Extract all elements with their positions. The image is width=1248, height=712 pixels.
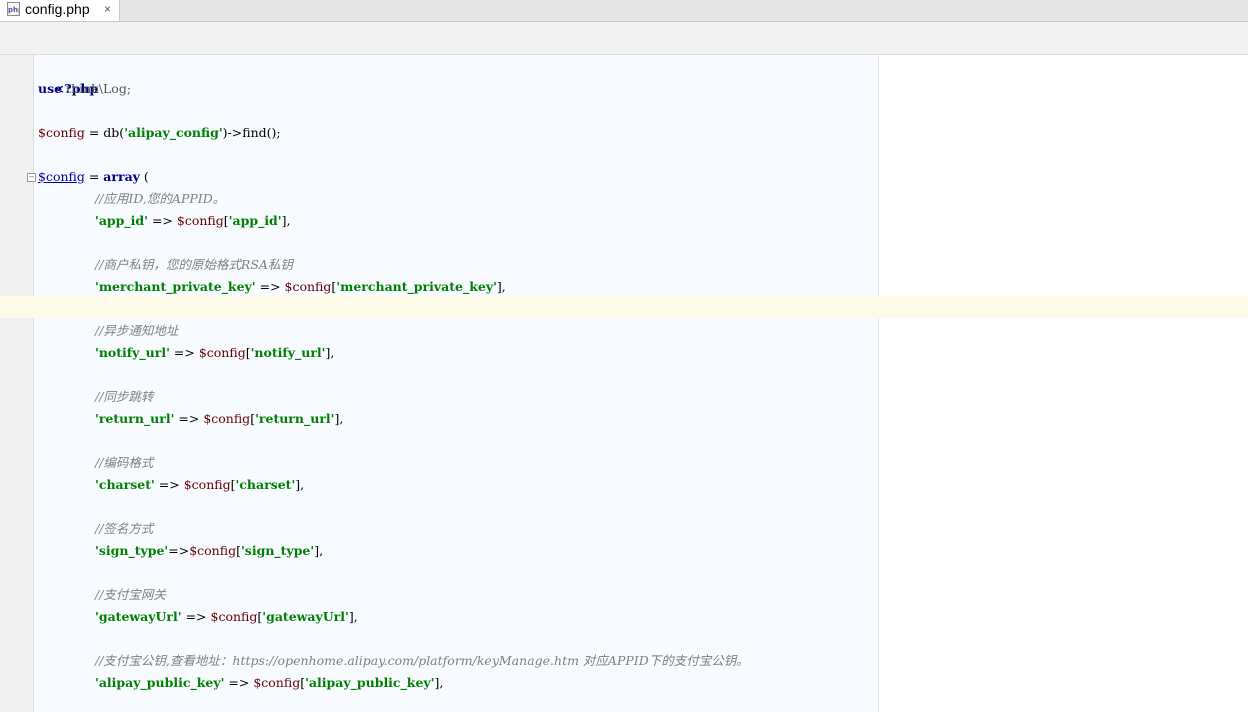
- comment: //签名方式: [95, 521, 154, 536]
- string-literal: 'alipay_config': [124, 125, 223, 140]
- array-keyword: array: [103, 169, 140, 184]
- variable: $config: [189, 543, 237, 558]
- tab-config-php[interactable]: php config.php ×: [0, 0, 120, 21]
- code-comment-line: //异步通知地址: [95, 320, 178, 342]
- arrow-operator: =>: [168, 543, 190, 558]
- bracket: ],: [325, 345, 335, 360]
- editor-tab-bar: php config.php ×: [0, 0, 1248, 22]
- arrow-operator: =>: [147, 213, 177, 228]
- bracket: ],: [496, 279, 506, 294]
- code-entry-line: 'alipay_public_key' => $config['alipay_p…: [95, 672, 443, 694]
- caret-row-highlight: [0, 296, 1248, 318]
- code-line-php-open: <?php: [38, 56, 98, 96]
- comment: //商户私钥，您的原始格式RSA私钥: [95, 257, 293, 272]
- code-entry-line: 'charset' => $config['charset'],: [95, 474, 304, 496]
- arrow-operator: =>: [154, 477, 184, 492]
- fold-marker-icon[interactable]: −: [27, 173, 36, 182]
- right-margin-area: [878, 55, 1248, 712]
- code-text: (: [139, 169, 149, 184]
- index-string: 'alipay_public_key': [305, 675, 435, 690]
- code-comment-line: //支付宝公钥,查看地址：https://openhome.alipay.com…: [95, 650, 749, 672]
- index-string: 'return_url': [255, 411, 335, 426]
- variable: $config: [210, 609, 258, 624]
- bracket: ],: [434, 675, 444, 690]
- array-key-string: 'gatewayUrl': [95, 609, 182, 624]
- array-key-string: 'charset': [95, 477, 155, 492]
- code-entry-line: 'app_id' => $config['app_id'],: [95, 210, 291, 232]
- code-entry-line: 'sign_type'=>$config['sign_type'],: [95, 540, 323, 562]
- array-key-string: 'alipay_public_key': [95, 675, 225, 690]
- bracket: ],: [295, 477, 305, 492]
- index-string: 'app_id': [228, 213, 282, 228]
- php-file-icon: php: [7, 2, 20, 16]
- code-comment-line: //支付宝网关: [95, 584, 166, 606]
- code-line-array-start: $config = array (: [38, 166, 149, 188]
- comment: //同步跳转: [95, 389, 154, 404]
- array-key-string: 'notify_url': [95, 345, 170, 360]
- array-key-string: 'merchant_private_key': [95, 279, 256, 294]
- variable: $config: [203, 411, 251, 426]
- array-key-string: 'return_url': [95, 411, 175, 426]
- variable: $config: [198, 345, 246, 360]
- bracket: ],: [334, 411, 344, 426]
- arrow-operator: =>: [224, 675, 254, 690]
- variable: $config: [176, 213, 224, 228]
- bracket: ],: [348, 609, 358, 624]
- arrow-operator: =>: [174, 411, 204, 426]
- comment: //支付宝公钥,查看地址：https://openhome.alipay.com…: [95, 653, 749, 668]
- close-tab-icon[interactable]: ×: [104, 0, 111, 19]
- editor-breadcrumb-bar: [0, 22, 1248, 55]
- bracket: ],: [281, 213, 291, 228]
- index-string: 'sign_type': [240, 543, 315, 558]
- code-entry-line: 'gatewayUrl' => $config['gatewayUrl'],: [95, 606, 358, 628]
- arrow-operator: =>: [255, 279, 285, 294]
- tab-label: config.php: [25, 1, 90, 17]
- namespace: think\Log;: [66, 81, 132, 96]
- variable: $config: [38, 169, 85, 184]
- code-line-db-config: $config = db('alipay_config')->find();: [38, 122, 281, 144]
- code-comment-line: //商户私钥，您的原始格式RSA私钥: [95, 254, 293, 276]
- index-string: 'notify_url': [250, 345, 326, 360]
- variable: $config: [284, 279, 332, 294]
- code-comment-line: //编码格式: [95, 452, 153, 474]
- variable: $config: [253, 675, 301, 690]
- variable: $config: [38, 125, 85, 140]
- index-string: 'gatewayUrl': [262, 609, 349, 624]
- code-text: =: [84, 169, 104, 184]
- variable: $config: [183, 477, 231, 492]
- code-text: )->find();: [222, 125, 281, 140]
- array-key-string: 'app_id': [95, 213, 148, 228]
- comment: //应用ID,您的APPID。: [95, 191, 226, 206]
- code-comment-line: //应用ID,您的APPID。: [95, 188, 225, 210]
- index-string: 'charset': [235, 477, 296, 492]
- code-text: = db(: [84, 125, 125, 140]
- arrow-operator: =>: [169, 345, 199, 360]
- array-key-string: 'sign_type': [95, 543, 169, 558]
- code-entry-line: 'notify_url' => $config['notify_url'],: [95, 342, 334, 364]
- bracket: ],: [314, 543, 324, 558]
- index-string: 'merchant_private_key': [336, 279, 497, 294]
- comment: //异步通知地址: [95, 323, 179, 338]
- comment: //编码格式: [95, 455, 154, 470]
- code-entry-line: 'return_url' => $config['return_url'],: [95, 408, 343, 430]
- comment: //支付宝网关: [95, 587, 166, 602]
- code-entry-line: 'merchant_private_key' => $config['merch…: [95, 276, 506, 298]
- code-line-use: use think\Log;: [38, 78, 131, 100]
- use-keyword: use: [38, 81, 63, 96]
- code-comment-line: //同步跳转: [95, 386, 153, 408]
- line-gutter[interactable]: [0, 55, 34, 712]
- code-comment-line: //签名方式: [95, 518, 153, 540]
- arrow-operator: =>: [181, 609, 211, 624]
- code-editor[interactable]: − <?php use think\Log; $config = db('ali…: [0, 55, 1248, 712]
